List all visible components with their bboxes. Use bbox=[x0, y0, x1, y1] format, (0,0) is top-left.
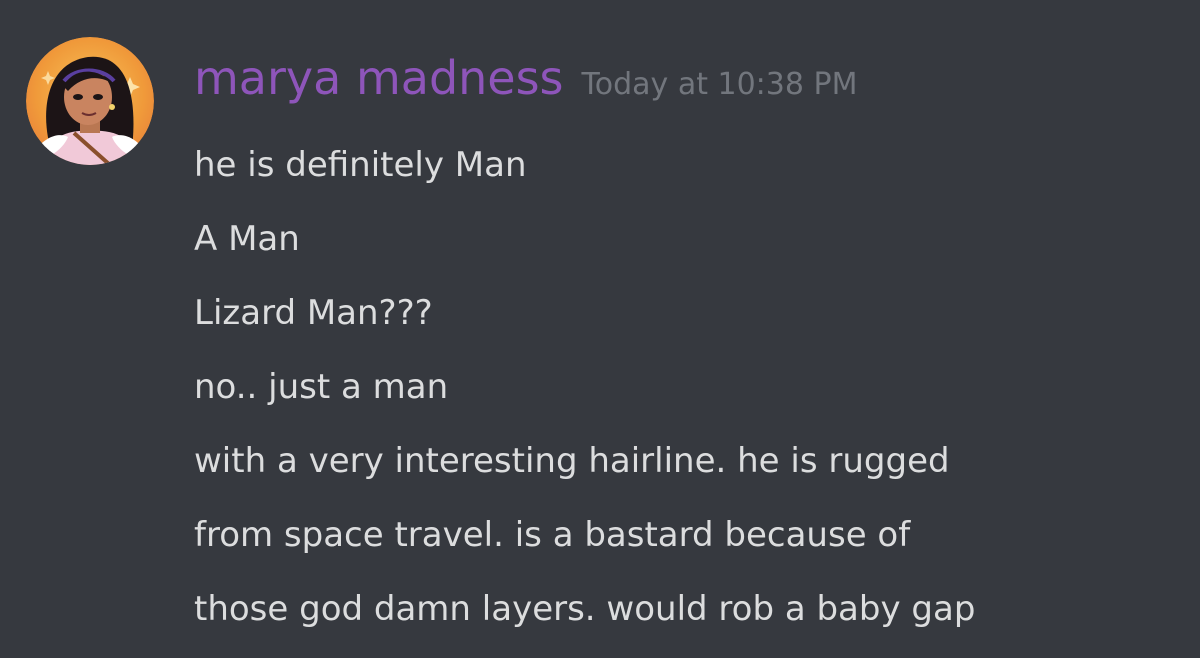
user-avatar-icon[interactable] bbox=[26, 37, 154, 165]
message-line: no.. just a man bbox=[194, 367, 449, 407]
message-line: those god damn layers. would rob a baby … bbox=[194, 589, 976, 629]
message-line: from space travel. is a bastard because … bbox=[194, 515, 911, 555]
message-line: A Man bbox=[194, 219, 300, 259]
timestamp: Today at 10:38 PM bbox=[581, 67, 858, 102]
message-content: he is definitely Man A Man Lizard Man???… bbox=[194, 128, 1184, 646]
message-line: Lizard Man??? bbox=[194, 293, 433, 333]
username[interactable]: marya madness bbox=[194, 48, 564, 108]
chat-message: marya madness Today at 10:38 PM he is de… bbox=[0, 0, 1200, 658]
avatar-illustration bbox=[26, 37, 154, 165]
message-line: he is definitely Man bbox=[194, 145, 527, 185]
message-line: with a very interesting hairline. he is … bbox=[194, 441, 950, 481]
message-header: marya madness Today at 10:38 PM bbox=[194, 48, 857, 108]
